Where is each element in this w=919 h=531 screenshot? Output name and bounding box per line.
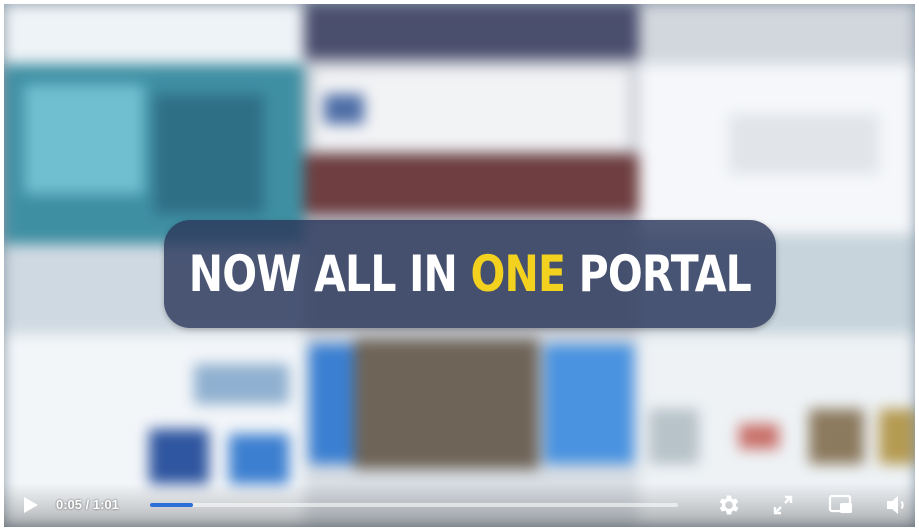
- headline-banner: NOW ALL IN ONE PORTAL: [164, 220, 776, 328]
- gear-icon[interactable]: [716, 492, 742, 518]
- fullscreen-icon[interactable]: [772, 494, 794, 516]
- headline-highlight: ONE: [470, 245, 567, 303]
- volume-icon[interactable]: [884, 493, 910, 517]
- player-controls: 0:05 / 1:01: [4, 483, 915, 527]
- time-display: 0:05 / 1:01: [56, 497, 119, 512]
- headline-part-1: NOW ALL IN: [188, 245, 471, 303]
- play-icon[interactable]: [20, 495, 40, 515]
- progress-bar[interactable]: [150, 503, 678, 507]
- picture-in-picture-icon[interactable]: [828, 494, 854, 516]
- headline-text: NOW ALL IN ONE PORTAL: [188, 245, 752, 303]
- progress-bar-fill: [150, 503, 194, 507]
- headline-part-2: PORTAL: [565, 245, 752, 303]
- video-player[interactable]: NOW ALL IN ONE PORTAL 0:05 / 1:01: [4, 4, 915, 527]
